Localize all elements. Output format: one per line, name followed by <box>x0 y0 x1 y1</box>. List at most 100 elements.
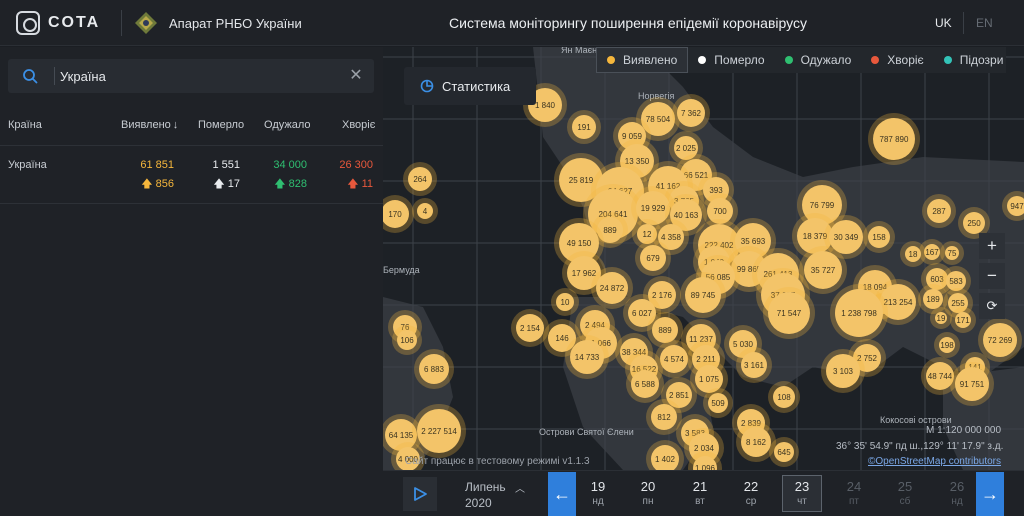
row-recovered: 34 000 <box>273 159 307 171</box>
zoom-controls: + − ⟳ <box>979 233 1005 323</box>
table-header: Країна Виявлено ↓ Померло Одужало Хворіє <box>0 107 383 145</box>
map-canvas[interactable]: Ян МаєнНорвегіяБермудаОстрови Святої Єле… <box>383 47 1024 470</box>
bubble-count: 19 <box>937 314 946 323</box>
col-recovered[interactable]: Одужало <box>264 119 311 131</box>
col-sick[interactable]: Хворіє <box>342 119 375 131</box>
zoom-in-button[interactable]: + <box>979 233 1005 259</box>
bubble-count: 40 163 <box>674 211 699 220</box>
day-weekday: ср <box>745 496 757 507</box>
bubble-count: 812 <box>657 413 671 422</box>
bubble-count: 509 <box>711 399 725 408</box>
lang-en-button[interactable]: EN <box>976 16 993 30</box>
legend-dot-icon <box>784 56 793 64</box>
bubble-count: 287 <box>932 207 946 216</box>
col-country[interactable]: Країна <box>8 119 42 131</box>
row-sick-delta: 🡅 11 <box>347 178 373 190</box>
row-divider-line <box>0 203 383 204</box>
lang-uk-button[interactable]: UK <box>935 16 952 30</box>
month-label[interactable]: Липень <box>465 480 506 494</box>
day-item[interactable]: 19 нд <box>578 479 618 507</box>
day-number: 25 <box>897 479 913 494</box>
day-item[interactable]: 20 пн <box>628 479 668 507</box>
day-item[interactable]: 22 ср <box>731 479 771 507</box>
bubble-count: 191 <box>577 123 591 132</box>
bubble-count: 6 027 <box>632 309 653 318</box>
chevron-up-icon[interactable]: ︿ <box>515 480 525 495</box>
bubble-count: 12 <box>643 230 652 239</box>
bubble-count: 35 727 <box>811 266 836 275</box>
legend-label: Підозри <box>959 53 1004 67</box>
row-country: Україна <box>8 159 47 171</box>
day-number: 20 <box>640 479 656 494</box>
arrow-down-icon: ↓ <box>172 119 179 131</box>
bubble-count: 6 883 <box>424 365 445 374</box>
bubble-count: 1 840 <box>535 101 556 110</box>
col-died[interactable]: Померло <box>198 119 244 131</box>
day-weekday: пн <box>642 496 654 507</box>
bubble-count: 213 254 <box>884 298 913 307</box>
day-weekday: нд <box>951 496 963 507</box>
row-died-delta-value: 17 <box>227 178 240 190</box>
bubble-count: 19 929 <box>641 204 666 213</box>
legend-item[interactable]: Одужало <box>775 47 862 73</box>
row-died: 1 551 <box>212 159 240 171</box>
sidebar: ✕ Країна Виявлено↓ Померло Одужало Хворі… <box>0 47 383 516</box>
legend-dot-icon <box>943 56 952 64</box>
legend-bar: Виявлено Померло Одужало Хворіє Підозри <box>596 47 1006 73</box>
bubble-count: 1 238 798 <box>841 309 877 318</box>
bubble-count: 679 <box>646 254 660 263</box>
legend-item[interactable]: Підозри <box>934 47 1014 73</box>
row-died-delta: 🡅 17 <box>213 178 240 190</box>
osm-attribution-link[interactable]: ©OpenStreetMap contributors <box>868 456 1001 467</box>
prev-day-button[interactable]: ← <box>548 472 576 516</box>
legend-item[interactable]: Хворіє <box>861 47 933 73</box>
bubble-count: 4 358 <box>661 233 682 242</box>
bubble-count: 14 733 <box>575 353 600 362</box>
map-view[interactable]: Ян Маєн Норвегія Бермуда Острови Святої Єле… <box>383 47 1024 470</box>
brand-logo[interactable]: COTA <box>16 11 100 35</box>
table-row[interactable]: Україна 61 851 🡅 856 1 551 🡅 17 34 000 🡅… <box>0 147 383 203</box>
brand-name: COTA <box>48 14 101 31</box>
place-label: Ян Маєн <box>561 47 597 55</box>
place-label: Кокосові острови <box>880 415 952 425</box>
bubble-count: 198 <box>940 341 954 350</box>
zoom-out-button[interactable]: − <box>979 263 1005 289</box>
header-divider <box>121 10 122 36</box>
day-item[interactable]: 21 вт <box>680 479 720 507</box>
play-icon <box>414 487 427 501</box>
bubble-count: 7 362 <box>681 109 702 118</box>
play-button[interactable] <box>403 477 437 511</box>
search-input[interactable] <box>60 65 330 87</box>
legend-dot-icon <box>871 56 880 64</box>
day-weekday: пт <box>849 496 859 507</box>
bubble-count: 2 851 <box>669 391 690 400</box>
bubble-count: 6 588 <box>635 380 656 389</box>
bubble-count: 255 <box>951 299 965 308</box>
legend-item[interactable]: Виявлено <box>596 47 689 73</box>
day-item[interactable]: 23 чт <box>782 475 822 512</box>
bubble-count: 71 547 <box>777 309 802 318</box>
bubble-count: 89 745 <box>691 291 716 300</box>
legend-item[interactable]: Померло <box>688 47 774 73</box>
reset-view-button[interactable]: ⟳ <box>979 293 1005 319</box>
row-detected-delta: 🡅 856 <box>141 178 174 190</box>
statistics-label: Статистика <box>442 78 511 94</box>
bubble-count: 4 <box>423 207 428 216</box>
bubble-count: 17 962 <box>572 269 597 278</box>
day-number: 26 <box>949 479 965 494</box>
test-mode-note: Сайт працює в тестовому режимі v1.1.3 <box>405 456 590 467</box>
bubble-count: 2 176 <box>652 291 673 300</box>
bubble-count: 108 <box>777 393 791 402</box>
statistics-button[interactable]: Статистика <box>404 67 536 105</box>
bubble-count: 78 504 <box>646 115 671 124</box>
next-day-button[interactable]: → <box>976 472 1004 516</box>
bubble-count: 947 <box>1010 202 1024 211</box>
clear-icon[interactable]: ✕ <box>348 68 364 84</box>
day-weekday: вт <box>695 496 705 507</box>
col-detected[interactable]: Виявлено ↓ <box>121 119 178 131</box>
legend-dot-icon <box>698 56 707 64</box>
day-item: 25 сб <box>885 479 925 507</box>
place-label: Острови Святої Єлени <box>539 427 634 437</box>
year-label: 2020 <box>465 496 492 510</box>
search-icon[interactable] <box>22 68 38 84</box>
